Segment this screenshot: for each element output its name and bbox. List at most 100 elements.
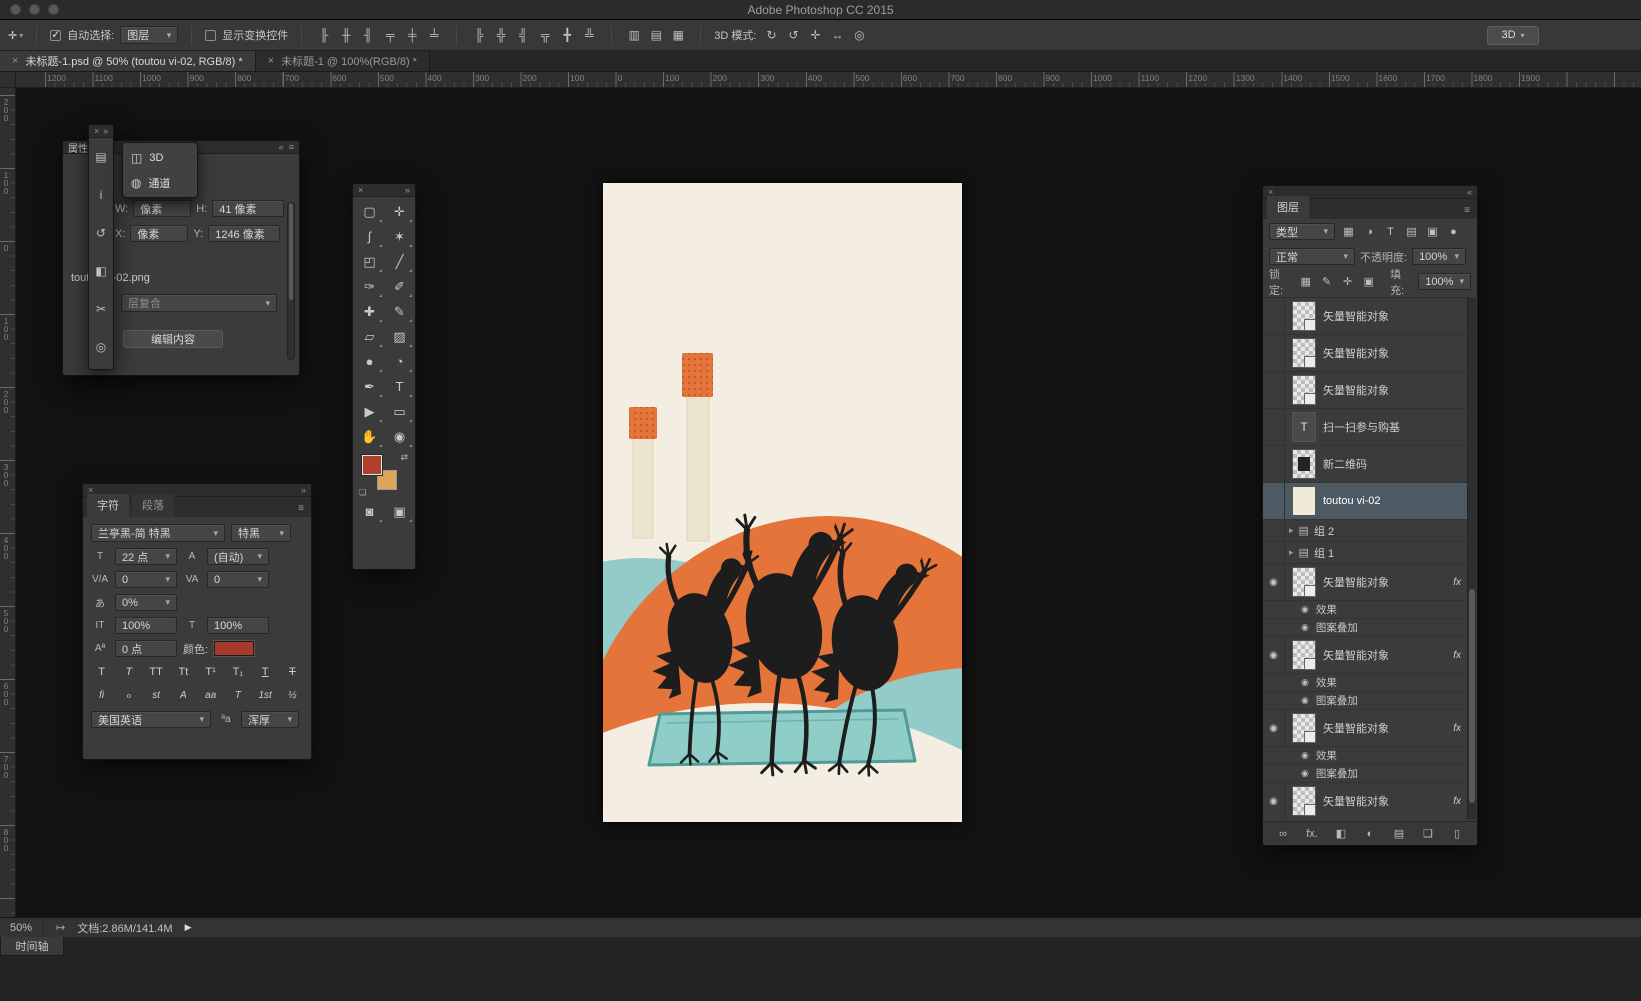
visibility-toggle[interactable] [1263,446,1285,482]
distribute-horizontal-spacing-icon[interactable]: ▥ [625,26,643,44]
baseline-shift-field[interactable]: 0 点 [115,640,177,657]
x-field[interactable]: 像素 [130,225,188,242]
visibility-toggle[interactable]: ◉ [1301,768,1309,779]
fill-field[interactable]: 100% [1418,273,1471,290]
lock-image-pixels-icon[interactable]: ✎ [1318,273,1335,291]
font-style-dropdown[interactable]: 特黑 [231,524,291,542]
layer-effect-row[interactable]: ◉图案叠加 [1263,692,1467,710]
visibility-toggle[interactable]: ◉ [1263,564,1285,600]
faux-italic-button[interactable]: T [118,663,139,681]
align-right-edges-icon[interactable]: ╢ [359,26,377,44]
edit-contents-button[interactable]: 编辑内容 [123,330,223,348]
distribute-bottom-edges-icon[interactable]: ╣ [514,26,532,44]
visibility-toggle[interactable]: ◉ [1301,695,1309,706]
strikethrough-button[interactable]: T [282,663,303,681]
rectangle-shape-tool[interactable]: ▭ [385,400,414,424]
3d-rotate-icon[interactable]: ↻ [762,26,780,44]
distribute-vertical-centers-icon[interactable]: ╬ [492,26,510,44]
filter-adjustment-layers-icon[interactable]: ◑ [1361,223,1378,241]
tab-layers[interactable]: 图层 [1267,196,1309,219]
visibility-toggle[interactable]: ◉ [1301,622,1309,633]
quick-mask-button[interactable]: ◙ [355,500,384,524]
contextual-alternates-button[interactable]: ℴ [118,687,139,705]
visibility-toggle[interactable]: ◉ [1301,750,1309,761]
move-tool[interactable]: ✛ [385,200,414,224]
text-color-swatch[interactable] [214,641,254,656]
layer-row[interactable]: toutou vi-02 [1263,483,1467,520]
delete-layer-icon[interactable]: ▯ [1449,825,1465,843]
y-field[interactable]: 1246 像素 [208,225,280,242]
layer-filter-toggle[interactable]: ● [1445,223,1462,241]
layer-thumbnail[interactable] [1292,375,1316,405]
distribute-left-edges-icon[interactable]: ╦ [536,26,554,44]
tab-character[interactable]: 字符 [87,494,129,517]
underline-button[interactable]: T [255,663,276,681]
layer-fx-badge[interactable]: fx [1447,577,1461,588]
horizontal-scale-field[interactable]: 100% [207,617,269,634]
layer-fx-badge[interactable]: fx [1447,650,1461,661]
collapse-panel-icon[interactable]: « [1467,187,1472,197]
canvas-artboard[interactable] [603,183,962,822]
visibility-toggle[interactable] [1263,298,1285,334]
dodge-tool[interactable]: ◔ [385,350,414,374]
status-detail-arrow[interactable]: ▶ [185,922,192,933]
tab-close-icon[interactable]: × [12,55,18,67]
height-field[interactable]: 41 像素 [212,200,284,217]
3d-scale-icon[interactable]: ◎ [850,26,868,44]
anti-alias-dropdown[interactable]: 浑厚 [241,711,299,728]
layer-thumbnail[interactable] [1292,640,1316,670]
distribute-horizontal-centers-icon[interactable]: ╋ [558,26,576,44]
swash-button[interactable]: A [173,687,194,705]
titling-alternates-button[interactable]: T [227,687,248,705]
filter-type-layers-icon[interactable]: T [1382,223,1399,241]
gradient-tool[interactable]: ▨ [385,325,414,349]
visibility-toggle[interactable] [1263,542,1285,563]
horizontal-ruler[interactable]: 1200110010009008007006005004003002001000… [16,72,1641,88]
link-layers-icon[interactable]: ∞ [1275,825,1291,843]
font-family-dropdown[interactable]: 兰亭黑-简 特黑 [91,524,225,542]
layer-row[interactable]: ◉矢量智能对象fx [1263,564,1467,601]
layer-filter-type-dropdown[interactable]: 类型 [1269,223,1335,240]
filter-shape-layers-icon[interactable]: ▤ [1403,223,1420,241]
collapse-panel-icon[interactable]: » [301,485,306,495]
workspace-switcher-button[interactable]: 3D [1487,26,1539,45]
panel-menu-icon[interactable]: ≡ [289,142,294,152]
layer-thumbnail[interactable] [1292,713,1316,743]
close-panel-icon[interactable]: × [94,126,99,136]
layer-row[interactable]: ▸▤组 1 [1263,542,1467,564]
layer-fx-badge[interactable]: fx [1447,796,1461,807]
eyedropper-tool[interactable]: ✑ [355,275,384,299]
align-vertical-centers-icon[interactable]: ╪ [403,26,421,44]
adjustment-layer-icon[interactable]: ◐ [1362,825,1378,843]
distribute-top-edges-icon[interactable]: ╠ [470,26,488,44]
visibility-toggle[interactable] [1263,335,1285,371]
layer-effect-row[interactable]: ◉效果 [1263,747,1467,765]
layer-comp-dropdown[interactable]: 层复合 [121,294,277,312]
rectangular-marquee-tool[interactable]: ▢ [355,200,384,224]
lock-position-icon[interactable]: ✛ [1339,273,1356,291]
layer-row[interactable]: ◉矢量智能对象fx [1263,637,1467,674]
tracking-field[interactable]: 0 [207,571,269,588]
lock-all-icon[interactable]: ▣ [1360,273,1377,291]
dock-icon-properties[interactable]: ▤ [89,138,113,176]
zoom-tool[interactable]: ◉ [385,425,414,449]
layer-thumbnail[interactable] [1292,449,1316,479]
status-arrow-icon[interactable]: ↦ [56,921,65,934]
vertical-ruler[interactable]: 2001000100200300400500600700800 [0,88,16,917]
discretionary-ligatures-button[interactable]: st [146,687,167,705]
clone-stamp-tool[interactable]: ✎ [385,300,414,324]
swap-colors-icon[interactable]: ⇄ [400,452,408,463]
visibility-toggle[interactable]: ◉ [1263,637,1285,673]
current-tool-icon[interactable]: ✛ [8,29,23,42]
layer-row[interactable]: ▸▤组 2 [1263,520,1467,542]
flyout-item-3d[interactable]: ◫3D [123,145,197,170]
properties-scrollbar[interactable] [287,202,295,360]
healing-brush-tool[interactable]: ✚ [355,300,384,324]
layer-row[interactable]: 新二维码 [1263,446,1467,483]
visibility-toggle[interactable]: ◉ [1301,677,1309,688]
superscript-button[interactable]: T¹ [200,663,221,681]
layers-scrollbar[interactable] [1467,297,1476,819]
auto-align-layers-icon[interactable]: ▦ [669,26,687,44]
magic-wand-tool[interactable]: ✶ [385,225,414,249]
timeline-tab[interactable]: 时间轴 [0,937,64,956]
